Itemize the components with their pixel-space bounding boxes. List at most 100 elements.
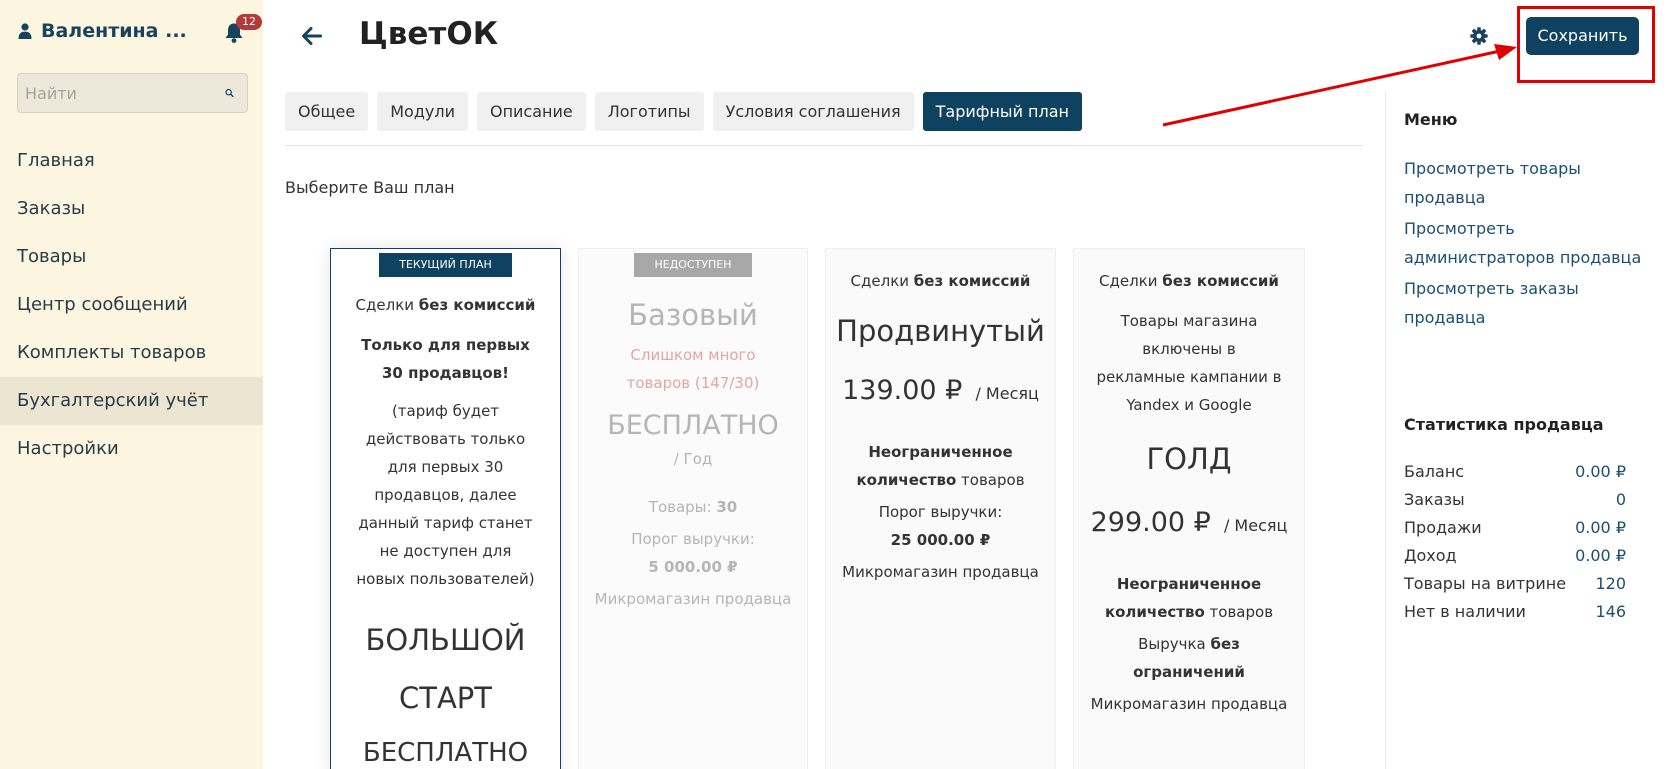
plan-deals-prefix: Сделки (355, 296, 419, 314)
user-name: Валентина ... (41, 20, 187, 42)
plan-name: ГОЛД (1146, 442, 1232, 476)
stat-value: 0.00 ₽ (1575, 518, 1626, 537)
sidebar-item-accounting[interactable]: Бухгалтерский учёт (0, 377, 263, 425)
tab-bar: Общее Модули Описание Логотипы Условия с… (285, 92, 1091, 131)
plan-revenue-value: 25 000.00 ₽ (890, 531, 991, 549)
stat-row-out-of-stock: Нет в наличии 146 (1404, 598, 1626, 626)
stats-title: Статистика продавца (1404, 415, 1604, 434)
plan-ads-text: Товары магазина включены в рекламные кам… (1096, 312, 1282, 414)
plan-revenue-value: 5 000.00 ₽ (648, 558, 738, 576)
plan-period: / Месяц (975, 384, 1039, 403)
plan-products: Неограниченное количество товаров (826, 438, 1055, 494)
stat-row-sales: Продажи 0.00 ₽ (1404, 514, 1626, 542)
sidebar: Валентина ... 12 Главная Заказы Товары Ц… (0, 0, 263, 769)
plan-products-suffix: товаров (1204, 603, 1274, 621)
plan-deals-bold: без комиссий (1162, 272, 1279, 290)
save-button[interactable]: Сохранить (1526, 17, 1639, 55)
plan-description: (тариф будет действовать только для перв… (356, 402, 535, 588)
right-panel: Меню Просмотреть товары продавца Просмот… (1385, 92, 1673, 769)
tab-general[interactable]: Общее (285, 92, 369, 131)
plan-deals-line: Сделки без комиссий (331, 291, 560, 319)
plan-price: 139.00 ₽ (842, 375, 963, 406)
tab-logos[interactable]: Логотипы (594, 92, 704, 131)
notifications-button[interactable]: 12 (224, 14, 262, 46)
plan-period: / Год (673, 450, 713, 468)
plan-revenue-label: Порог выручки: (878, 503, 1003, 521)
plan-price: БЕСПЛАТНО (362, 738, 529, 768)
page-title: ЦветОК (359, 16, 499, 52)
plan-price-line: 299.00 ₽ / Месяц (1074, 505, 1304, 544)
tab-tariff-plan[interactable]: Тарифный план (922, 92, 1082, 131)
tab-description[interactable]: Описание (476, 92, 586, 131)
plan-prompt: Выберите Ваш план (285, 178, 455, 197)
sidebar-item-products[interactable]: Товары (0, 233, 263, 281)
user-icon (18, 23, 32, 39)
stat-label: Продажи (1404, 518, 1482, 537)
plan-warning: Слишком много товаров (147/30) (626, 346, 760, 392)
stat-value: 0.00 ₽ (1575, 546, 1626, 565)
stat-value: 0 (1615, 490, 1626, 509)
plan-deals-line: Сделки без комиссий (826, 267, 1055, 295)
stat-label: Заказы (1404, 490, 1465, 509)
stat-row-orders: Заказы 0 (1404, 486, 1626, 514)
plan-products-label: Товары: (648, 498, 717, 516)
sidebar-item-orders[interactable]: Заказы (0, 185, 263, 233)
plan-card-gold[interactable]: Сделки без комиссий Товары магазина вклю… (1073, 248, 1305, 769)
plan-card-advanced[interactable]: Сделки без комиссий Продвинутый 139.00 ₽… (825, 248, 1056, 769)
plan-feature: Микромагазин продавца (594, 590, 792, 608)
plan-price: БЕСПЛАТНО (607, 410, 779, 441)
stat-row-in-stock: Товары на витрине 120 (1404, 570, 1626, 598)
current-plan-badge: ТЕКУЩИЙ ПЛАН (379, 253, 512, 277)
plan-name: Продвинутый (836, 314, 1045, 348)
link-view-orders[interactable]: Просмотреть заказы продавца (1404, 274, 1644, 332)
sidebar-item-settings[interactable]: Настройки (0, 425, 263, 473)
menu-title: Меню (1404, 110, 1458, 129)
tab-agreement[interactable]: Условия соглашения (712, 92, 914, 131)
plan-price: 299.00 ₽ (1090, 507, 1211, 538)
stat-row-balance: Баланс 0.00 ₽ (1404, 458, 1626, 486)
plan-products-value: 30 (716, 498, 738, 516)
plan-feature: Микромагазин продавца (1090, 695, 1288, 713)
stat-label: Нет в наличии (1404, 602, 1526, 621)
tab-modules[interactable]: Модули (377, 92, 468, 131)
plan-name: Базовый (628, 298, 758, 332)
plan-card-big-start[interactable]: ТЕКУЩИЙ ПЛАН Сделки без комиссий Только … (330, 248, 561, 769)
plan-price-line: 139.00 ₽ / Месяц (826, 373, 1055, 412)
user-menu[interactable]: Валентина ... (18, 18, 187, 44)
unavailable-badge: НЕДОСТУПЕН (634, 253, 752, 277)
plan-revenue: Выручка без ограничений (1074, 630, 1304, 686)
plan-deals-bold: без комиссий (913, 272, 1031, 290)
back-arrow-icon[interactable] (302, 27, 322, 45)
stat-label: Баланс (1404, 462, 1465, 481)
annotation-arrowhead (1494, 44, 1517, 60)
link-view-products[interactable]: Просмотреть товары продавца (1404, 154, 1644, 212)
plan-products-suffix: товаров (956, 471, 1025, 489)
stat-row-income: Доход 0.00 ₽ (1404, 542, 1626, 570)
plan-products: Товары: 30 (579, 493, 807, 521)
stat-value: 120 (1595, 574, 1626, 593)
plan-limited-note: Только для первых 30 продавцов! (361, 336, 530, 382)
plan-deals-line: Сделки без комиссий (1074, 267, 1304, 295)
search-icon[interactable] (225, 84, 234, 102)
search-input[interactable] (18, 74, 225, 112)
stat-value: 0.00 ₽ (1575, 462, 1626, 481)
plan-period: / Месяц (1223, 516, 1288, 535)
sidebar-nav: Главная Заказы Товары Центр сообщений Ко… (0, 137, 263, 473)
plan-deals-bold: без комиссий (418, 296, 536, 314)
plan-products: Неограниченное количество товаров (1074, 570, 1304, 626)
sidebar-item-home[interactable]: Главная (0, 137, 263, 185)
tabs-divider (285, 145, 1363, 146)
plan-name: БОЛЬШОЙ СТАРТ (365, 623, 526, 715)
plan-feature: Микромагазин продавца (842, 563, 1039, 581)
plan-revenue-label: Порог выручки: (631, 530, 755, 548)
link-view-admins[interactable]: Просмотреть администраторов продавца (1404, 214, 1644, 272)
plan-deals-prefix: Сделки (1099, 272, 1163, 290)
sidebar-item-messages[interactable]: Центр сообщений (0, 281, 263, 329)
plan-card-basic: НЕДОСТУПЕН Базовый Слишком много товаров… (578, 248, 808, 769)
stat-value: 146 (1595, 602, 1626, 621)
stat-label: Товары на витрине (1404, 574, 1567, 593)
plan-deals-prefix: Сделки (850, 272, 914, 290)
notification-count-badge: 12 (236, 14, 262, 30)
gear-icon[interactable] (1470, 27, 1488, 45)
sidebar-item-bundles[interactable]: Комплекты товаров (0, 329, 263, 377)
